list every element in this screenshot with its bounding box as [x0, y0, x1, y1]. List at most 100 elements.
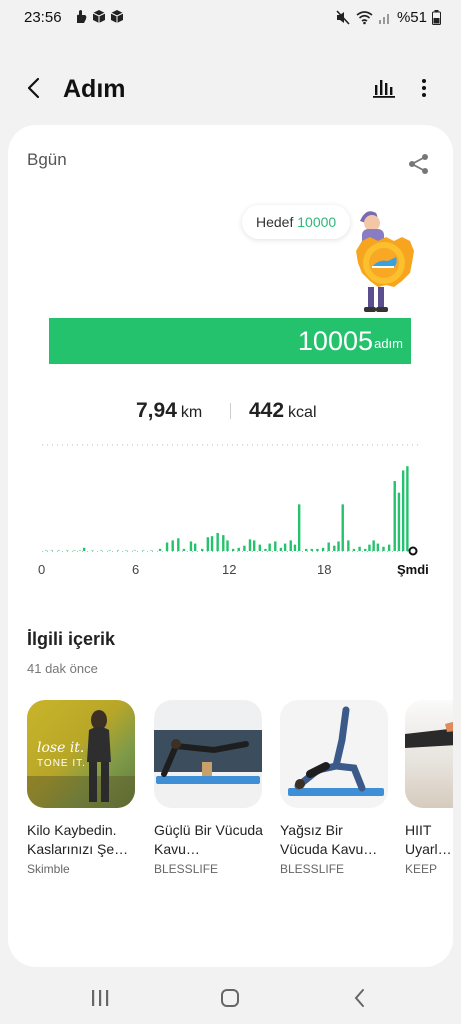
- signal-icon: [378, 14, 389, 24]
- distance-unit: km: [180, 404, 203, 421]
- calories-value: 442: [249, 399, 285, 422]
- related-item-source: KEEP: [405, 862, 438, 876]
- chart-bar: [274, 541, 277, 551]
- steps-card: Bgün Hedef 10000 10005 adım 7,94 km 442 kc…: [8, 125, 453, 967]
- x-tick-label: 12: [222, 562, 237, 577]
- mute-icon: [336, 10, 350, 25]
- more-options-icon[interactable]: [415, 76, 433, 100]
- related-item-thumbnail: [280, 700, 388, 808]
- related-item-source: BLESSLIFE: [280, 862, 345, 876]
- related-item[interactable]: Yağsız Bir Vücuda Kavu… BLESSLIFE: [280, 700, 392, 876]
- chart-bar: [406, 466, 409, 551]
- page-title: Adım: [63, 75, 126, 103]
- chart-bar: [289, 540, 292, 551]
- chart-bar: [297, 504, 301, 551]
- hourly-steps-chart: [42, 444, 421, 556]
- date-label[interactable]: Bgün: [27, 150, 67, 170]
- distance-stat: 7,94 km: [136, 399, 202, 423]
- x-tick-label: 0: [38, 562, 46, 577]
- calories-stat: 442 kcal: [249, 399, 317, 423]
- chart-bar: [347, 540, 350, 551]
- chart-bar: [253, 540, 256, 551]
- goal-label: Hedef: [256, 214, 294, 230]
- box-icon: [110, 10, 124, 23]
- chart-bar: [316, 548, 319, 551]
- share-icon[interactable]: [408, 153, 430, 175]
- workout-photo: [405, 722, 453, 748]
- related-content-title: İlgili içerik: [27, 629, 116, 649]
- related-item-source: Skimble: [27, 862, 70, 876]
- bar-chart-icon[interactable]: [372, 77, 396, 99]
- chart-bar: [133, 549, 136, 551]
- related-item-thumbnail: lose it. TONE IT.: [27, 700, 135, 808]
- related-item[interactable]: lose it. TONE IT. Kilo Kaybedin. Kasları…: [27, 700, 139, 876]
- battery-percent: %51: [396, 9, 427, 26]
- workout-photo: [154, 730, 262, 808]
- chart-bar: [376, 543, 380, 551]
- goal-bubble: Hedef 10000: [242, 205, 351, 239]
- chart-bar: [177, 538, 180, 551]
- related-item-title: Yağsız Bir Vücuda Kavu…: [280, 822, 378, 857]
- box-icon: [92, 10, 106, 23]
- chart-bar: [372, 540, 375, 551]
- chart-bar: [237, 547, 240, 551]
- chart-bar: [216, 532, 219, 551]
- chart-bar: [182, 548, 186, 551]
- thumb-text: lose it.: [37, 740, 85, 756]
- chart-bar: [337, 541, 340, 551]
- steps-unit: adım: [374, 336, 403, 351]
- chart-bar: [258, 544, 262, 551]
- chart-bar: [165, 542, 169, 551]
- chart-bar: [210, 536, 214, 551]
- chart-bar: [368, 544, 371, 551]
- related-item[interactable]: HIIT Uyarlan KEEP: [405, 700, 453, 876]
- goal-achieved-mascot: [356, 211, 414, 312]
- chart-bar: [116, 549, 120, 551]
- chart-bar: [201, 548, 204, 551]
- workout-photo: [288, 706, 384, 796]
- status-bar: 23:56 %51: [0, 0, 461, 34]
- chart-bar: [141, 549, 145, 551]
- chart-bar: [304, 548, 308, 551]
- goal-value: 10000: [297, 214, 337, 230]
- related-item-title: Kilo Kaybedin. Kaslarınızı Şe…: [27, 822, 129, 857]
- chart-bar: [310, 548, 314, 551]
- steps-count: 10005: [297, 326, 373, 356]
- system-nav-bar: [0, 975, 461, 1024]
- chart-bar: [327, 542, 330, 551]
- x-tick-label-now: Şmdi: [397, 562, 429, 577]
- chart-bar: [189, 541, 193, 551]
- chart-now-marker: [408, 546, 418, 556]
- chart-bar: [387, 544, 391, 551]
- chart-bar: [57, 549, 61, 551]
- system-icons: %51: [335, 9, 441, 26]
- chart-bar: [82, 547, 86, 551]
- related-item-title: Güçlü Bir Vücuda Kavu…: [154, 822, 263, 857]
- chart-bar: [283, 543, 287, 551]
- chart-bar: [401, 470, 405, 551]
- chart-bar: [45, 549, 48, 551]
- wifi-icon: [356, 11, 373, 25]
- related-item-source: BLESSLIFE: [154, 862, 219, 876]
- back-nav-icon[interactable]: [350, 988, 372, 1008]
- chart-bar: [279, 547, 283, 551]
- chart-bar: [264, 548, 267, 551]
- steps-progress-bar: 10005 adım: [49, 318, 411, 364]
- chart-bar: [99, 549, 103, 551]
- calories-unit: kcal: [288, 404, 317, 421]
- chart-bar: [393, 481, 396, 551]
- related-item-thumbnail: [405, 700, 453, 808]
- chart-bar: [158, 548, 162, 551]
- back-arrow-icon[interactable]: [24, 76, 44, 100]
- chart-bar: [382, 546, 385, 551]
- thumb-text: TONE IT.: [37, 758, 86, 769]
- recent-apps-icon[interactable]: [89, 988, 111, 1008]
- related-item[interactable]: Güçlü Bir Vücuda Kavu… BLESSLIFE: [154, 700, 266, 876]
- distance-value: 7,94: [136, 399, 177, 422]
- home-icon[interactable]: [219, 988, 241, 1008]
- chart-bar: [206, 537, 210, 551]
- chart-bar: [352, 548, 356, 551]
- chart-bar: [358, 546, 361, 551]
- related-content-subtitle: 41 dak önce: [27, 661, 98, 676]
- chart-bar: [243, 545, 246, 551]
